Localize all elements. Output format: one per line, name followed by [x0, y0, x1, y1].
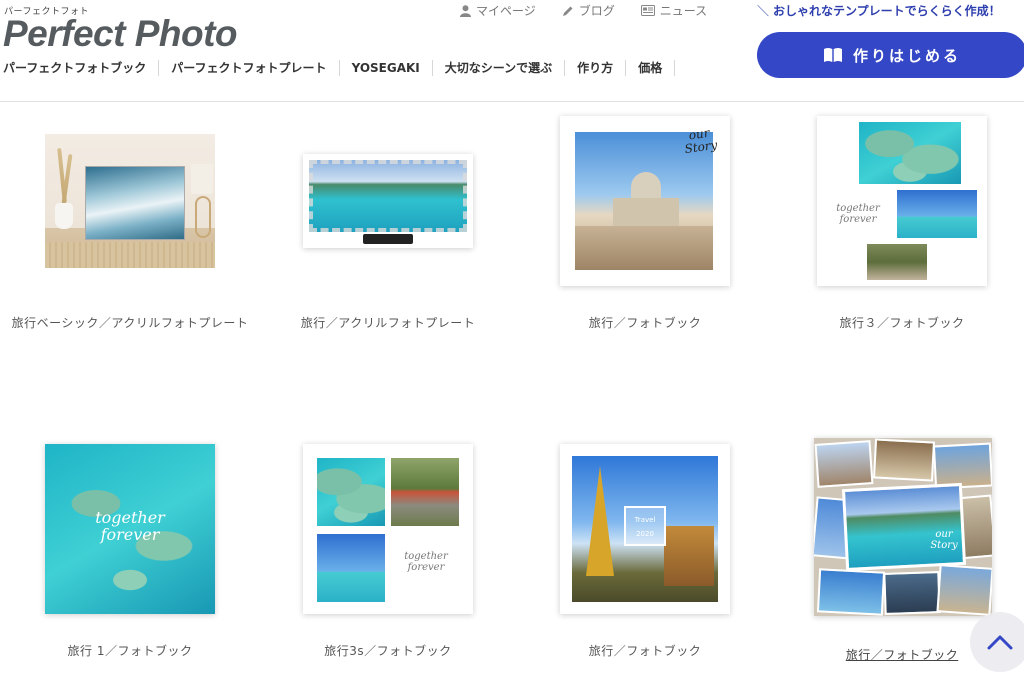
product-overlay-text: our Story: [683, 125, 719, 156]
chevron-up-icon: [987, 635, 1013, 650]
mypage-link[interactable]: マイページ: [460, 2, 536, 19]
product-title[interactable]: 旅行３／フォトブック: [774, 314, 1024, 331]
product-thumbnail[interactable]: together forever: [45, 444, 215, 614]
train-photo: [391, 458, 459, 526]
collage-photo: [883, 571, 941, 615]
newspaper-icon: [640, 5, 655, 16]
collage-photo: [936, 564, 992, 616]
pampas-vase: [51, 147, 77, 229]
title-box: Travel 2020: [624, 506, 666, 546]
product-thumbnail[interactable]: together forever: [303, 444, 473, 614]
nav-item-photobook[interactable]: パーフェクトフォトブック: [0, 60, 160, 76]
reef-photo: [859, 122, 961, 184]
nav-item-howto[interactable]: 作り方: [565, 60, 627, 76]
product-card[interactable]: 旅行／アクリルフォトプレート: [260, 110, 516, 340]
tagline: ＼ おしゃれなテンプレートでらくらく作成！: [757, 4, 1001, 18]
collage-photo: [814, 440, 874, 488]
train-photo: [867, 244, 927, 280]
start-button[interactable]: 作りはじめる: [757, 32, 1024, 78]
product-title[interactable]: 旅行／アクリルフォトプレート: [260, 314, 516, 331]
utility-nav: マイページ ブログ ニュース: [460, 2, 707, 19]
product-overlay-bottom: 2020: [636, 530, 654, 538]
nav-item-price[interactable]: 価格: [626, 60, 676, 76]
product-card[interactable]: together forever 旅行3s／フォトブック: [260, 436, 516, 666]
news-link[interactable]: ニュース: [640, 2, 708, 19]
product-card[interactable]: 旅行ベーシック／アクリルフォトプレート: [2, 110, 258, 340]
collage-photo: [932, 442, 992, 490]
product-overlay-text: together forever: [404, 551, 448, 573]
product-title[interactable]: 旅行ベーシック／アクリルフォトプレート: [2, 314, 258, 331]
start-button-label: 作りはじめる: [852, 46, 961, 65]
beach-photo: [897, 190, 977, 238]
product-thumbnail[interactable]: Travel 2020: [560, 444, 730, 614]
pencil-icon: [562, 6, 573, 16]
waterfall-plate: [85, 166, 185, 240]
product-thumbnail[interactable]: [303, 154, 473, 248]
product-thumbnail[interactable]: our Story: [814, 438, 992, 616]
nav-item-photoplate[interactable]: パーフェクトフォトプレート: [159, 60, 340, 76]
plate-stand: [363, 234, 413, 244]
blog-label: ブログ: [578, 4, 615, 18]
user-icon: [460, 4, 471, 17]
product-card[interactable]: together forever 旅行３／フォトブック: [774, 110, 1024, 340]
collage-photo: [816, 568, 886, 616]
tagline-text: おしゃれなテンプレートでらくらく作成！: [773, 4, 1001, 18]
news-label: ニュース: [659, 4, 708, 18]
product-title[interactable]: 旅行／フォトブック: [517, 642, 773, 659]
reef-photo: [317, 458, 385, 526]
product-thumbnail[interactable]: [45, 134, 215, 268]
beach-photo: [317, 534, 385, 602]
product-overlay-text: our Story: [930, 529, 958, 551]
product-card[interactable]: our Story 旅行／フォトブック: [517, 110, 773, 340]
main-nav: パーフェクトフォトブック パーフェクトフォトプレート YOSEGAKI 大切なシ…: [0, 60, 676, 76]
product-overlay-text: together forever: [836, 203, 880, 225]
collage-photo: [872, 438, 936, 482]
product-card[interactable]: together forever 旅行 1／フォトブック: [2, 436, 258, 666]
mypage-label: マイページ: [476, 4, 536, 18]
product-card[interactable]: Travel 2020 旅行／フォトブック: [517, 436, 773, 666]
blog-link[interactable]: ブログ: [562, 2, 615, 19]
product-overlay-top: Travel: [634, 516, 656, 524]
site-logo[interactable]: Perfect Photo: [3, 12, 238, 56]
lamp: [191, 164, 213, 194]
book-icon: [823, 48, 842, 62]
collage-main-photo: [841, 482, 967, 572]
product-thumbnail[interactable]: our Story: [560, 116, 730, 286]
scroll-to-top-button[interactable]: [970, 612, 1024, 672]
product-thumbnail[interactable]: together forever: [817, 116, 987, 286]
product-title[interactable]: 旅行 1／フォトブック: [2, 642, 258, 659]
site-header: パーフェクトフォト Perfect Photo マイページ ブログ ニュース パ…: [0, 0, 1024, 102]
product-title[interactable]: 旅行／フォトブック: [517, 314, 773, 331]
product-title[interactable]: 旅行3s／フォトブック: [260, 642, 516, 659]
product-overlay-text: together forever: [95, 508, 165, 544]
nav-item-yosegaki[interactable]: YOSEGAKI: [340, 60, 433, 76]
nav-item-scenes[interactable]: 大切なシーンで選ぶ: [433, 60, 566, 76]
